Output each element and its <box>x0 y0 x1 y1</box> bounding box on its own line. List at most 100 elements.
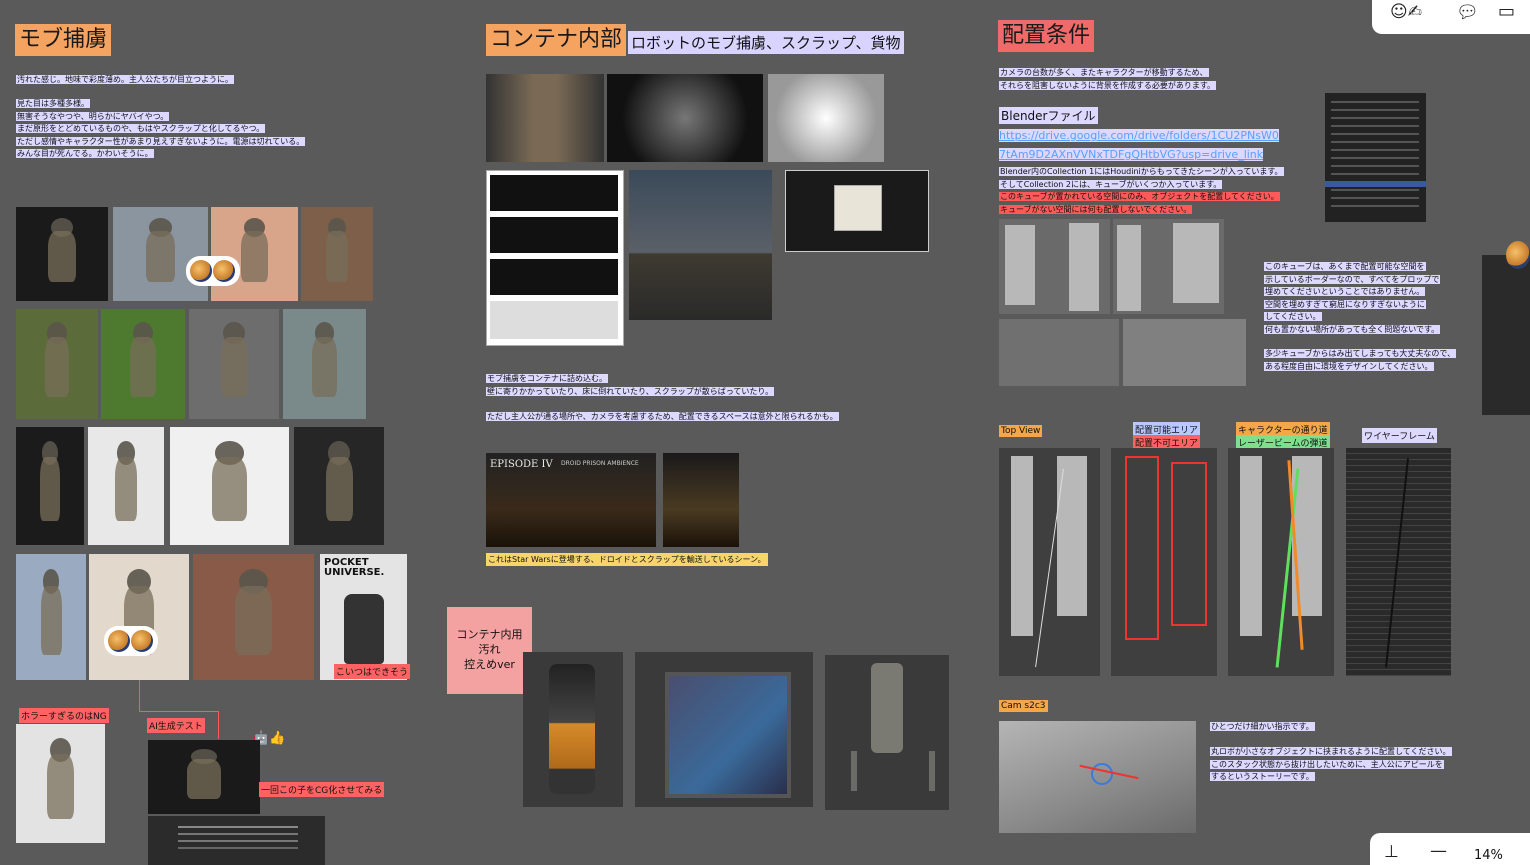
starwars-note: これはStar Warsに登場する、ドロイドとスクラップを輸送しているシーン。 <box>486 553 768 566</box>
robot-ref-image[interactable] <box>294 427 384 545</box>
zoom-level[interactable]: 14% <box>1474 848 1503 863</box>
outliner-screenshot[interactable] <box>1325 93 1426 222</box>
placement-note-6: 丸ロボが小さなオブジェクトに挟まれるように配置してください。 このスタック状態から… <box>1210 747 1452 781</box>
droid-scene-image[interactable] <box>663 453 739 547</box>
top-view-image[interactable] <box>999 448 1100 676</box>
connector-line <box>139 711 219 712</box>
area-view-image[interactable] <box>1111 448 1217 676</box>
blueprint-row <box>490 217 618 253</box>
episode-subtitle: DROID PRISON AMBIENCE <box>561 460 639 467</box>
section-title-mob: モブ捕虜 <box>15 24 112 56</box>
robot-ref-image[interactable] <box>16 207 108 301</box>
cube-wall <box>1173 223 1219 303</box>
cube-view-image[interactable] <box>1113 219 1224 314</box>
truck-blueprint[interactable] <box>486 170 624 346</box>
label-wireframe: ワイヤーフレーム <box>1362 428 1437 443</box>
placement-note-3: このキューブは、あくまで配置可能な空間を 示しているボーダーなので、すべてをプロッ… <box>1264 262 1441 334</box>
reaction-icon[interactable]: ☺︎✍ <box>1390 2 1422 22</box>
tank-legs <box>851 751 935 791</box>
robot-ref-image[interactable] <box>88 427 164 545</box>
cube-shape <box>834 185 882 231</box>
outliner-rows <box>1331 101 1419 103</box>
robot-ref-image[interactable] <box>89 554 189 680</box>
prop-tank-image[interactable] <box>825 655 949 810</box>
robot-ref-image[interactable] <box>301 207 373 301</box>
robot-ref-image[interactable] <box>16 554 86 680</box>
section-subtitle-container: ロボットのモブ捕虜、スクラップ、貨物 <box>628 31 904 54</box>
ai-chat-screenshot[interactable] <box>148 816 325 865</box>
wireframe-view-image[interactable] <box>1346 448 1451 676</box>
connector-line <box>218 711 219 739</box>
avatar-orb <box>1506 241 1530 269</box>
blueprint-row <box>490 175 618 211</box>
section-title-placement: 配置条件 <box>998 20 1095 52</box>
cube-view-image[interactable] <box>999 219 1110 314</box>
tag-ai: AI生成テスト <box>147 718 205 733</box>
robot-ref-image[interactable] <box>283 309 366 419</box>
avatar-orb <box>131 630 153 652</box>
tag-cg: 一回この子をCG化させてみる <box>259 782 385 797</box>
episode-iv-image[interactable]: EPISODE IV DROID PRISON AMBIENCE <box>486 453 656 547</box>
blueprint-row <box>490 301 618 339</box>
section-title-container: コンテナ内部 <box>486 24 627 56</box>
wall-left <box>1240 456 1262 636</box>
cube-view-image[interactable] <box>999 319 1119 386</box>
robot-ref-image[interactable] <box>16 724 105 843</box>
poster-title: POCKET UNIVERSE. <box>324 557 385 578</box>
zoom-bar: ⊥ — 14% <box>1370 833 1530 865</box>
robot-ref-image[interactable] <box>101 309 185 419</box>
connector-line <box>139 680 140 712</box>
prop-crate-image[interactable] <box>635 652 813 807</box>
placement-note-5: ひとつだけ細かい指示です。 <box>1210 722 1315 731</box>
avatar-orb <box>108 630 130 652</box>
ng-area <box>1171 462 1207 626</box>
container-interior-image[interactable] <box>607 74 763 162</box>
comment-icon[interactable]: 💬︎ <box>1456 2 1479 23</box>
robot-ref-image[interactable] <box>113 207 208 301</box>
cube-wall <box>1117 225 1141 311</box>
robot-ref-image[interactable] <box>16 309 98 419</box>
robot-ref-image[interactable] <box>193 554 314 680</box>
blender-link-line[interactable]: https://drive.google.com/drive/folders/1… <box>999 129 1279 142</box>
cube-render[interactable] <box>785 170 929 252</box>
video-icon[interactable]: ▭ <box>1498 1 1515 22</box>
blender-panel-screenshot[interactable] <box>1482 255 1530 415</box>
robot-ref-image[interactable] <box>211 207 298 301</box>
container-interior-image[interactable] <box>486 74 604 162</box>
cube-view-image[interactable] <box>1123 319 1246 386</box>
cube-wall <box>1005 225 1035 305</box>
cam-view-image[interactable] <box>999 721 1196 833</box>
wireframe-line <box>1385 458 1409 668</box>
tank-shape <box>871 663 903 753</box>
pocket-universe-poster[interactable]: POCKET UNIVERSE. <box>320 554 407 680</box>
avatar-orb <box>213 260 235 282</box>
blender-link-line[interactable]: 7tAm9D2AXnVVNxTDFgQHtbVG?usp=drive_link <box>999 148 1264 161</box>
mob-note-2: 見た目は多種多様。 無害そうなやつや、明らかにヤバイやつ。 まだ原形をとどめているも… <box>16 99 306 158</box>
reaction-bubble[interactable] <box>186 256 240 286</box>
robot-ref-image[interactable] <box>170 427 289 545</box>
blueprint-row <box>490 259 618 295</box>
crate-shape <box>665 672 791 798</box>
sticky-line: コンテナ内用 <box>456 628 523 641</box>
placement-note-2: Blender内のCollection 1にはHoudiniからもってきたシーン… <box>999 167 1284 214</box>
reaction-bubble[interactable] <box>104 626 158 656</box>
robot-ref-image[interactable] <box>16 427 84 545</box>
blender-link[interactable]: https://drive.google.com/drive/folders/1… <box>999 124 1279 162</box>
tag-ok: こいつはできそう <box>334 664 411 679</box>
canister-shape <box>549 664 595 794</box>
houdini-screenshot[interactable] <box>629 170 772 320</box>
top-toolbar: ☺︎✍ 💬︎ ▭ <box>1372 0 1530 34</box>
label-top-view: Top View <box>999 425 1043 437</box>
container-note-1: モブ捕虜をコンテナに詰め込む。 壁に寄りかかっていたり、床に倒れていたり、スクラッ… <box>486 374 775 396</box>
container-interior-image[interactable] <box>768 74 884 162</box>
prop-canister-image[interactable] <box>523 652 623 807</box>
path-view-image[interactable] <box>1228 448 1334 676</box>
outliner-selected <box>1325 181 1426 187</box>
robot-ref-image[interactable] <box>189 309 279 419</box>
tag-ng: ホラーすぎるのはNG <box>19 708 109 723</box>
blender-label: Blenderファイル <box>999 107 1098 124</box>
ai-robot-image[interactable] <box>148 740 260 814</box>
zoom-out-icon[interactable]: — <box>1430 841 1447 861</box>
sticky-note-container[interactable]: コンテナ内用 汚れ 控えめver <box>447 607 532 694</box>
fit-to-screen-icon[interactable]: ⊥ <box>1384 842 1399 862</box>
